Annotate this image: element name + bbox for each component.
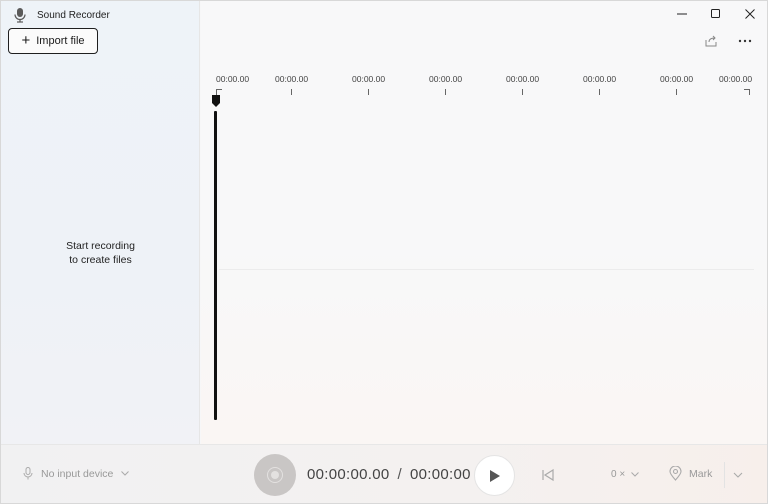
- chevron-down-icon: [121, 471, 130, 476]
- input-device-selector[interactable]: No input device: [23, 467, 130, 480]
- ruler-label: 00:00.00: [506, 74, 540, 84]
- ruler-tick: [676, 89, 677, 95]
- more-options-button[interactable]: [735, 31, 755, 51]
- ruler-tick: [291, 89, 292, 95]
- sidebar: Sound Recorder + Import file Start recor…: [1, 1, 200, 444]
- mark-label: Mark: [689, 467, 713, 480]
- ruler-tick: [599, 89, 600, 95]
- empty-message-line-2: to create files: [69, 254, 132, 266]
- ruler-label: 00:00.00: [719, 74, 753, 84]
- play-button[interactable]: [474, 455, 515, 496]
- ruler-label: 00:00.00: [583, 74, 617, 84]
- playhead[interactable]: [214, 111, 217, 420]
- close-button[interactable]: [733, 1, 767, 27]
- playback-speed-selector[interactable]: 0 ×: [611, 469, 640, 480]
- empty-recordings-message: Start recording to create files: [1, 239, 200, 267]
- import-file-button[interactable]: + Import file: [8, 28, 98, 54]
- record-button[interactable]: [254, 454, 296, 496]
- playback-speed-value: 0 ×: [611, 469, 626, 480]
- skip-back-icon[interactable]: [541, 467, 555, 483]
- share-button[interactable]: [701, 31, 721, 51]
- app-title: Sound Recorder: [37, 9, 110, 21]
- close-icon: [745, 9, 755, 19]
- time-separator: /: [397, 466, 403, 483]
- plus-icon: +: [21, 31, 31, 49]
- app-title-bar: Sound Recorder: [13, 6, 110, 24]
- playhead-handle-icon[interactable]: [211, 95, 221, 107]
- total-time: 00:00:00: [410, 466, 471, 483]
- chevron-down-icon: [631, 472, 640, 477]
- ruler-label: 00:00.00: [275, 74, 309, 84]
- more-icon: [738, 39, 752, 43]
- ruler-label: 00:00.00: [660, 74, 694, 84]
- empty-message-line-1: Start recording: [66, 240, 135, 252]
- minimize-icon: [677, 13, 687, 15]
- maximize-button[interactable]: [699, 1, 733, 27]
- ruler-end-bracket: [744, 89, 750, 95]
- playback-bar: No input device 00:00:00.00 / 00:00:00 0…: [1, 444, 767, 503]
- ruler-tick: [522, 89, 523, 95]
- ruler-tick: [368, 89, 369, 95]
- minimize-button[interactable]: [665, 1, 699, 27]
- microphone-icon: [23, 467, 33, 480]
- ruler-tick: [445, 89, 446, 95]
- ruler-label: 00:00.00: [352, 74, 386, 84]
- sound-recorder-window: Sound Recorder + Import file Start recor…: [0, 0, 768, 504]
- record-icon: [267, 467, 283, 483]
- chevron-down-icon[interactable]: [732, 469, 744, 481]
- ruler-label: 00:00.00: [216, 74, 250, 84]
- timeline-area: 00:00.00 00:00.00 00:00.00 00:00.00 00:0…: [201, 1, 767, 444]
- import-file-label: Import file: [36, 35, 85, 47]
- microphone-icon: [14, 8, 26, 23]
- play-icon: [489, 469, 500, 482]
- maximize-icon: [711, 9, 720, 18]
- mark-divider: [724, 462, 725, 488]
- current-time: 00:00:00.00: [307, 466, 390, 483]
- ruler-label: 00:00.00: [429, 74, 463, 84]
- location-pin-icon: [669, 466, 682, 481]
- window-controls: [665, 1, 767, 27]
- waveform-baseline: [219, 269, 754, 270]
- input-device-label: No input device: [41, 467, 114, 480]
- share-icon: [705, 35, 717, 47]
- main-toolbar: [701, 31, 755, 51]
- mark-button[interactable]: Mark: [669, 466, 712, 481]
- time-display: 00:00:00.00 / 00:00:00: [307, 466, 471, 483]
